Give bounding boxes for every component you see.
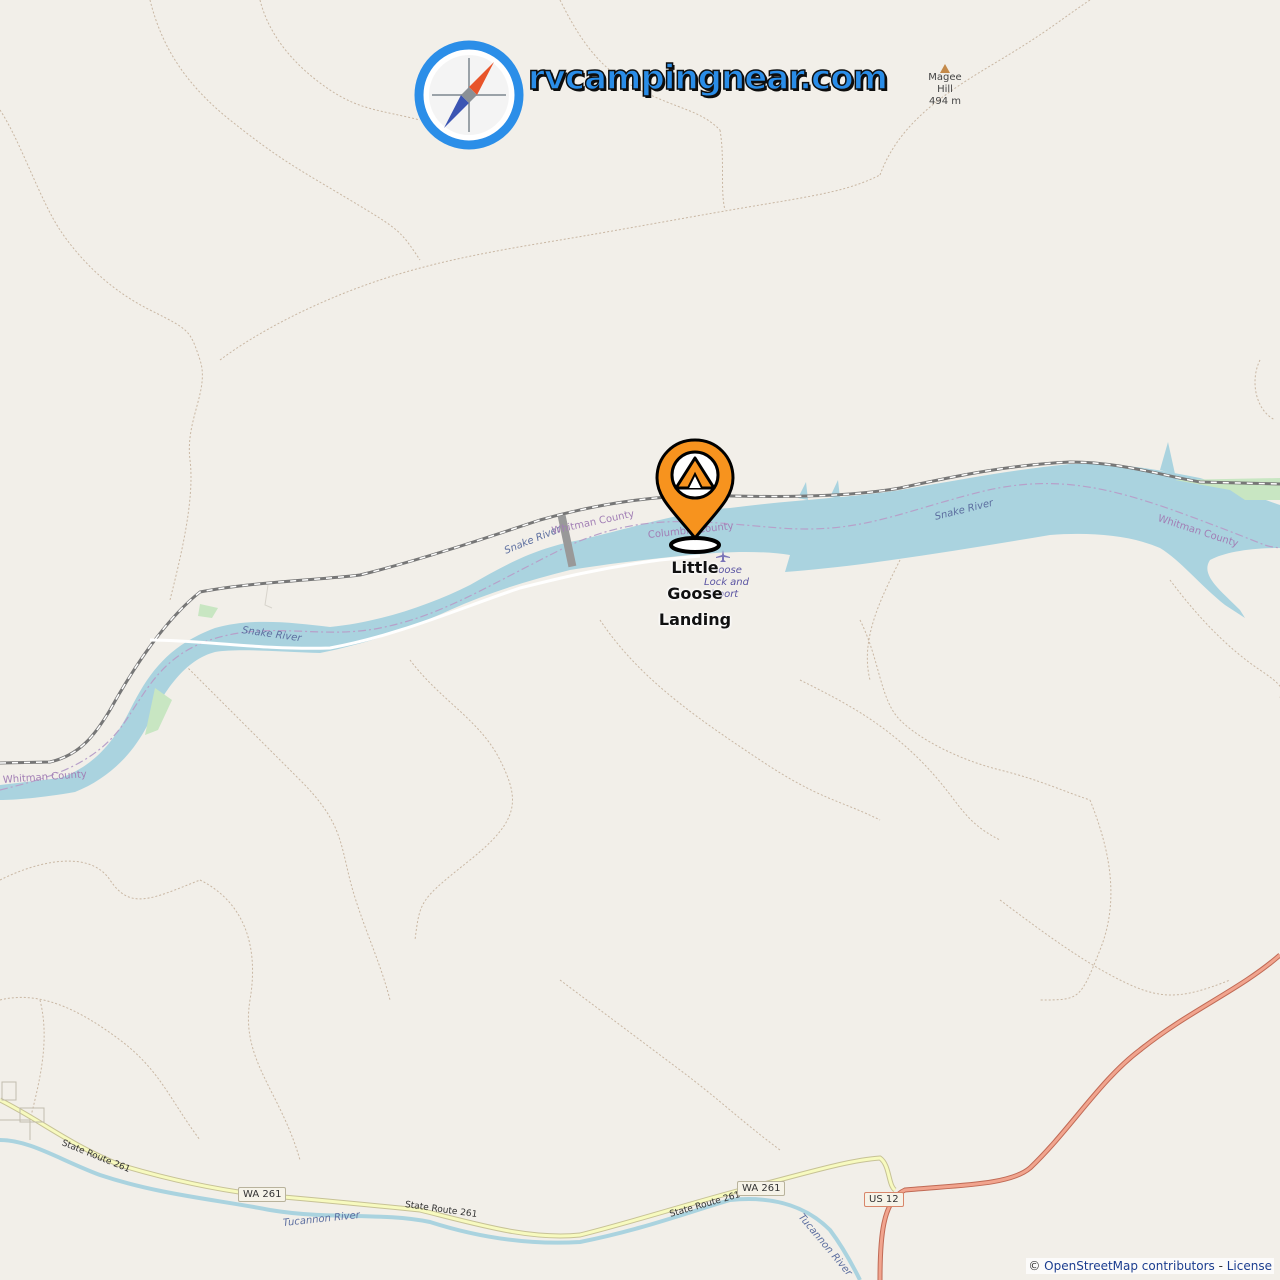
- peak-name-line: Magee: [928, 72, 962, 83]
- license-link[interactable]: License: [1227, 1259, 1272, 1273]
- place-name-label: Little Goose Landing: [640, 555, 750, 633]
- compass-icon[interactable]: [414, 40, 524, 150]
- peak-name-line: Hill: [937, 84, 953, 95]
- route-shield: WA 261: [238, 1187, 287, 1202]
- place-name-line: Little: [671, 558, 719, 577]
- attribution-separator: -: [1214, 1259, 1227, 1273]
- map-canvas[interactable]: Magee Hill 494 m Snake River Snake River…: [0, 0, 1280, 1280]
- osm-attribution-link[interactable]: OpenStreetMap contributors: [1044, 1259, 1215, 1273]
- campsite-pin-icon[interactable]: [654, 438, 736, 554]
- brand-name[interactable]: rvcampingnear.com: [527, 57, 888, 99]
- peak-elevation: 494 m: [928, 96, 961, 107]
- route-shield: US 12: [864, 1192, 904, 1207]
- map-attribution: © OpenStreetMap contributors - License: [1026, 1258, 1274, 1274]
- place-name-line: Landing: [658, 610, 732, 629]
- route-shield: WA 261: [737, 1181, 786, 1196]
- place-name-line: Goose: [667, 584, 723, 603]
- peak-label: Magee Hill 494 m: [918, 72, 972, 108]
- attribution-prefix: ©: [1028, 1259, 1045, 1273]
- map-base-layer: [0, 0, 1280, 1280]
